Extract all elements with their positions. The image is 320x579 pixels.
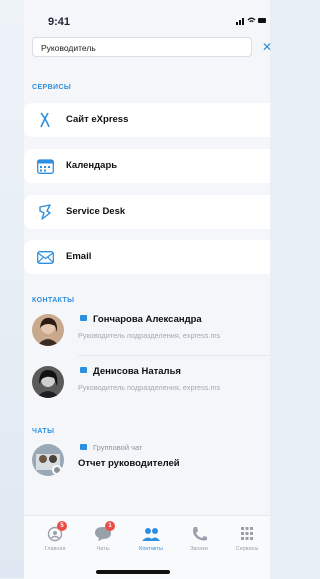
notification-badge: 1	[105, 521, 115, 531]
chat-type-text: Групповой чат	[93, 443, 143, 452]
service-item-express[interactable]: Сайт eXpress	[24, 103, 270, 137]
tab-chats[interactable]: 1 Чаты	[82, 521, 124, 552]
contacts-icon	[141, 526, 161, 542]
tab-home[interactable]: 5 Главная	[34, 521, 76, 552]
calendar-icon	[36, 158, 54, 174]
phone-screen: 9:41 Руководитель ✕ СЕРВИСЫ Сайт eXpress…	[24, 0, 272, 579]
search-row: Руководитель ✕	[32, 37, 272, 59]
chat-name: Отчет руководителей	[78, 458, 180, 469]
briefcase-icon	[80, 315, 87, 321]
avatar	[32, 314, 64, 346]
search-input[interactable]: Руководитель	[32, 37, 252, 57]
contact-item[interactable]: Гончарова Александра Руководитель подраз…	[24, 308, 270, 354]
chat-bubble-icon: 1	[93, 521, 115, 542]
notification-badge: 5	[57, 521, 67, 531]
divider	[78, 355, 270, 356]
home-icon: 5	[45, 521, 67, 542]
contact-subtitle: Руководитель подразделения, express.ms	[78, 331, 221, 340]
service-item-service-desk[interactable]: Service Desk	[24, 195, 270, 229]
contact-subtitle: Руководитель подразделения, express.ms	[78, 383, 221, 392]
tab-calls[interactable]: Звонки	[178, 526, 220, 552]
chat-type: Групповой чат	[80, 443, 142, 452]
service-desk-icon	[36, 204, 54, 220]
tab-services[interactable]: Сервисы	[226, 526, 268, 552]
express-x-icon	[36, 112, 54, 128]
contact-name: Гончарова Александра	[80, 314, 202, 325]
service-item-calendar[interactable]: Календарь	[24, 149, 270, 183]
tab-label: Чаты	[96, 546, 110, 552]
status-icons	[236, 16, 266, 27]
chat-item[interactable]: Групповой чат Отчет руководителей	[24, 440, 270, 484]
avatar	[32, 366, 64, 398]
contact-item[interactable]: Денисова Наталья Руководитель подразделе…	[24, 360, 270, 406]
email-icon	[36, 249, 54, 265]
tab-label: Сервисы	[235, 546, 259, 552]
home-indicator	[96, 570, 170, 574]
contact-name-text: Денисова Наталья	[93, 366, 181, 377]
background-panel	[0, 0, 24, 578]
chats-section-title: ЧАТЫ	[32, 428, 55, 435]
tab-contacts[interactable]: Контакты	[130, 526, 172, 552]
service-item-label: Сайт eXpress	[66, 114, 129, 125]
contact-name-text: Гончарова Александра	[93, 314, 202, 325]
status-time: 9:41	[48, 16, 71, 28]
avatar	[32, 444, 64, 476]
service-item-email[interactable]: Email	[24, 240, 270, 274]
service-item-label: Email	[66, 251, 92, 262]
grid-icon	[237, 526, 257, 542]
tab-label: Контакты	[139, 546, 163, 552]
tab-label: Главная	[44, 546, 66, 552]
phone-icon	[189, 526, 209, 542]
briefcase-icon	[80, 367, 87, 373]
tab-label: Звонки	[190, 546, 208, 552]
contact-name: Денисова Наталья	[80, 366, 181, 377]
services-section-title: СЕРВИСЫ	[32, 84, 72, 91]
briefcase-icon	[80, 444, 87, 450]
signal-wifi-battery-icon	[236, 17, 266, 25]
contacts-section-title: КОНТАКТЫ	[32, 297, 75, 304]
service-item-label: Календарь	[66, 160, 118, 171]
close-icon[interactable]: ✕	[262, 40, 272, 54]
service-item-label: Service Desk	[66, 206, 126, 217]
status-bar: 9:41	[24, 0, 270, 34]
